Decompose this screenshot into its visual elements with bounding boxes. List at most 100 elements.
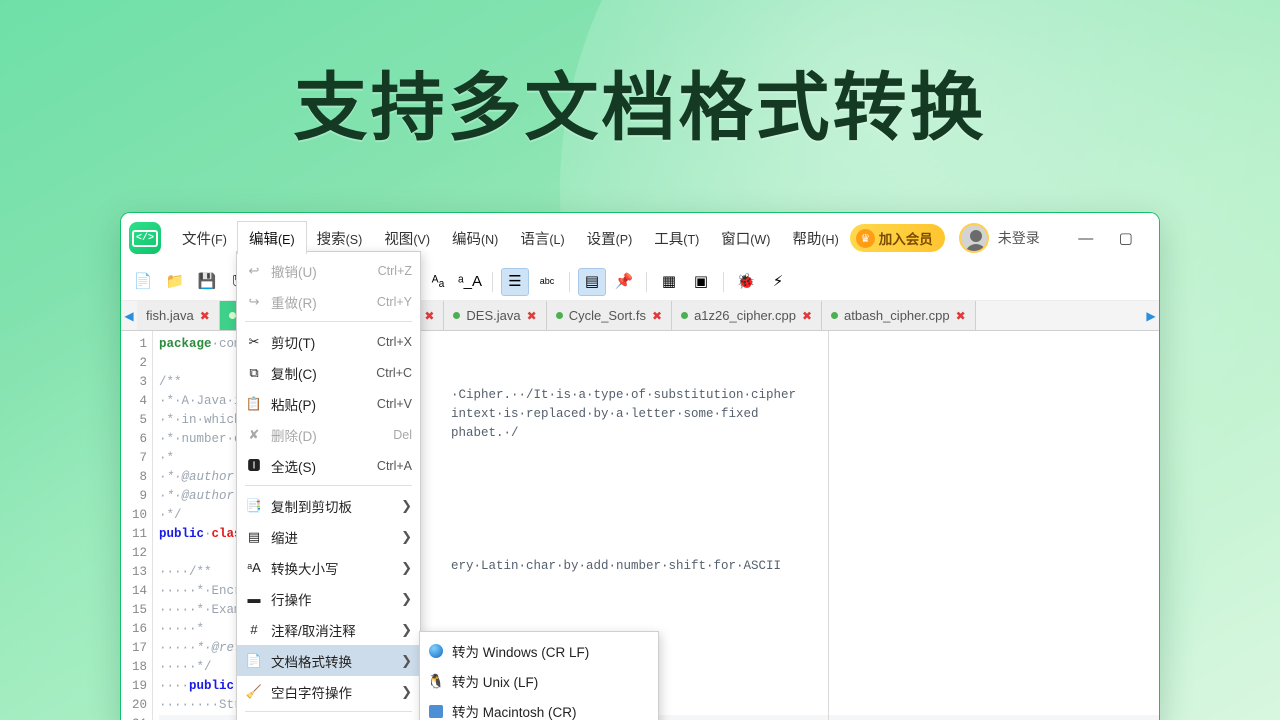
menubar-item-0[interactable]: 文件(F) xyxy=(171,222,238,255)
open-file-icon[interactable]: 📁 xyxy=(161,268,189,296)
edit-menu-item-10[interactable]: ▤ 缩进 ❯ xyxy=(237,521,420,552)
code-line-fragment: intext·is·replaced·by·a·letter·some·fixe… xyxy=(451,407,759,421)
word-wrap-icon[interactable]: ▤ xyxy=(578,267,606,296)
edit-menu-item-12[interactable]: ▬ 行操作 ❯ xyxy=(237,583,420,614)
edit-menu-item-11[interactable]: ᵃA 转换大小写 ❯ xyxy=(237,552,420,583)
menu-item-icon: 📑 xyxy=(245,498,263,513)
edit-menu-item-17[interactable]: 📖只读模式 xyxy=(237,716,420,720)
maximize-button[interactable]: ▢ xyxy=(1106,219,1146,257)
line-number: 18 xyxy=(131,660,147,674)
code-line-fragment: ery·Latin·char·by·add·number·shift·for·A… xyxy=(451,559,782,573)
app-logo-icon: </> xyxy=(129,222,161,254)
edit-menu-item-6[interactable]: ✘ 删除(D) Del xyxy=(237,419,420,450)
tab-close-icon[interactable]: ✖ xyxy=(956,309,966,323)
menubar-item-7[interactable]: 工具(T) xyxy=(643,222,710,255)
menubar-item-1[interactable]: 编辑(E) xyxy=(237,221,306,255)
menu-item-icon: ✂ xyxy=(248,334,260,349)
tab-3[interactable]: DES.java ✖ xyxy=(444,301,547,330)
tab-scroll-left-icon[interactable]: ◀ xyxy=(121,301,137,330)
menu-item-label: 复制(C) xyxy=(271,366,317,382)
menu-separator xyxy=(245,711,412,712)
menubar-item-accesskey: (S) xyxy=(345,232,363,247)
page-title: 支持多文档格式转换 xyxy=(293,66,987,149)
menu-item-label: 全选(S) xyxy=(271,459,316,475)
debug-icon[interactable]: 🐞 xyxy=(732,268,760,296)
to-lowercase-icon[interactable]: ᴬₐ xyxy=(424,268,452,296)
menubar-item-5[interactable]: 语言(L) xyxy=(509,222,575,255)
format-submenu-item-0[interactable]: 转为 Windows (CR LF) xyxy=(420,636,658,666)
save-file-icon[interactable]: 💾 xyxy=(193,268,221,296)
menubar-item-3[interactable]: 视图(V) xyxy=(373,222,441,255)
avatar[interactable] xyxy=(958,223,989,253)
edit-menu-item-14[interactable]: 📄 文档格式转换 ❯ xyxy=(237,645,420,676)
line-number: 19 xyxy=(131,679,147,693)
tab-6[interactable]: atbash_cipher.cpp ✖ xyxy=(822,301,976,330)
menubar-item-4[interactable]: 编码(N) xyxy=(441,222,509,255)
to-uppercase-icon[interactable]: ᵃ_A xyxy=(456,268,484,296)
pin-window-icon[interactable]: 📌 xyxy=(610,268,638,296)
menubar-item-8[interactable]: 窗口(W) xyxy=(710,222,781,255)
menubar-item-2[interactable]: 搜索(S) xyxy=(306,222,374,255)
menu-item-icon: ▤ xyxy=(247,529,261,544)
chevron-right-icon: ❯ xyxy=(401,528,412,544)
menu-item-shortcut: Ctrl+A xyxy=(376,458,412,473)
edit-menu-item-4[interactable]: ⧉ 复制(C) Ctrl+C xyxy=(237,357,420,388)
login-status[interactable]: 未登录 xyxy=(998,228,1040,248)
edit-menu-item-7[interactable]: 🅸 全选(S) Ctrl+A xyxy=(237,450,420,481)
menubar-item-9[interactable]: 帮助(H) xyxy=(781,222,849,255)
menubar-item-6[interactable]: 设置(P) xyxy=(576,222,644,255)
terminal-icon[interactable]: ▣ xyxy=(687,268,715,296)
menubar-item-label: 视图 xyxy=(384,231,414,248)
tab-modified-dot-icon xyxy=(453,312,461,319)
edit-menu-item-1[interactable]: ↪ 重做(R) Ctrl+Y xyxy=(237,286,420,317)
format-submenu-item-2[interactable]: 转为 Macintosh (CR) xyxy=(420,696,658,720)
close-button[interactable]: ✕ xyxy=(1146,219,1159,257)
menubar-item-accesskey: (F) xyxy=(211,232,227,247)
mac-icon xyxy=(426,702,446,720)
join-membership-button[interactable]: ♛ 加入会员 xyxy=(849,224,945,252)
edit-menu-item-3[interactable]: ✂ 剪切(T) Ctrl+X xyxy=(237,326,420,357)
line-numbers-icon[interactable]: ☰ xyxy=(501,267,529,296)
spell-check-icon[interactable]: abc xyxy=(533,268,561,296)
tab-close-icon[interactable]: ✖ xyxy=(802,309,812,323)
line-number: 7 xyxy=(139,451,147,465)
join-membership-label: 加入会员 xyxy=(878,232,933,247)
menubar-item-label: 帮助 xyxy=(792,231,822,248)
app-logo-text: </> xyxy=(131,229,158,247)
format-conversion-submenu[interactable]: 转为 Windows (CR LF) 🐧 转为 Unix (LF) 转为 Macint… xyxy=(419,631,659,720)
toolbar-separator xyxy=(646,271,647,292)
run-icon[interactable]: ⚡ xyxy=(764,268,792,296)
color-palette-icon[interactable]: ▦ xyxy=(655,268,683,296)
edit-menu-item-5[interactable]: 📋 粘贴(P) Ctrl+V xyxy=(237,388,420,419)
edit-dropdown-menu[interactable]: ↩ 撤销(U) Ctrl+Z ↪ 重做(R) Ctrl+Y ✂ 剪切(T) Ctrl+X ⧉ 复制(… xyxy=(236,251,421,720)
tab-scroll-right-icon[interactable]: ▶ xyxy=(1143,301,1159,330)
chevron-right-icon: ❯ xyxy=(401,497,412,513)
minimize-button[interactable]: — xyxy=(1066,219,1106,257)
format-submenu-item-1[interactable]: 🐧 转为 Unix (LF) xyxy=(420,666,658,696)
tab-close-icon[interactable]: ✖ xyxy=(200,309,210,323)
titlebar-right: ♛ 加入会员 未登录 — ▢ ✕ xyxy=(849,219,1159,257)
menu-item-label: 转换大小写 xyxy=(271,561,339,577)
menubar-item-accesskey: (V) xyxy=(413,232,430,247)
windows-icon-glyph xyxy=(429,644,443,658)
tab-close-icon[interactable]: ✖ xyxy=(424,309,434,323)
menubar-item-label: 语言 xyxy=(520,231,550,248)
line-number: 6 xyxy=(139,432,147,446)
tab-modified-dot-icon xyxy=(681,312,689,319)
new-file-icon[interactable]: 📄 xyxy=(129,268,157,296)
tab-close-icon[interactable]: ✖ xyxy=(652,309,662,323)
line-number: 21 xyxy=(121,715,147,720)
tab-label: DES.java xyxy=(466,308,521,323)
tab-5[interactable]: a1z26_cipher.cpp ✖ xyxy=(672,301,823,330)
line-number: 5 xyxy=(139,413,147,427)
tab-0[interactable]: fish.java ✖ xyxy=(137,301,220,330)
menu-item-shortcut: Del xyxy=(393,427,412,442)
menu-item-icon: 🅸 xyxy=(247,458,261,473)
edit-menu-item-15[interactable]: 🧹 空白字符操作 ❯ xyxy=(237,676,420,707)
edit-menu-item-0[interactable]: ↩ 撤销(U) Ctrl+Z xyxy=(237,255,420,286)
editor-split-divider[interactable] xyxy=(828,331,829,720)
edit-menu-item-9[interactable]: 📑 复制到剪切板 ❯ xyxy=(237,490,420,521)
edit-menu-item-13[interactable]: # 注释/取消注释 ❯ xyxy=(237,614,420,645)
tab-4[interactable]: Cycle_Sort.fs ✖ xyxy=(546,301,673,330)
tab-close-icon[interactable]: ✖ xyxy=(527,309,537,323)
